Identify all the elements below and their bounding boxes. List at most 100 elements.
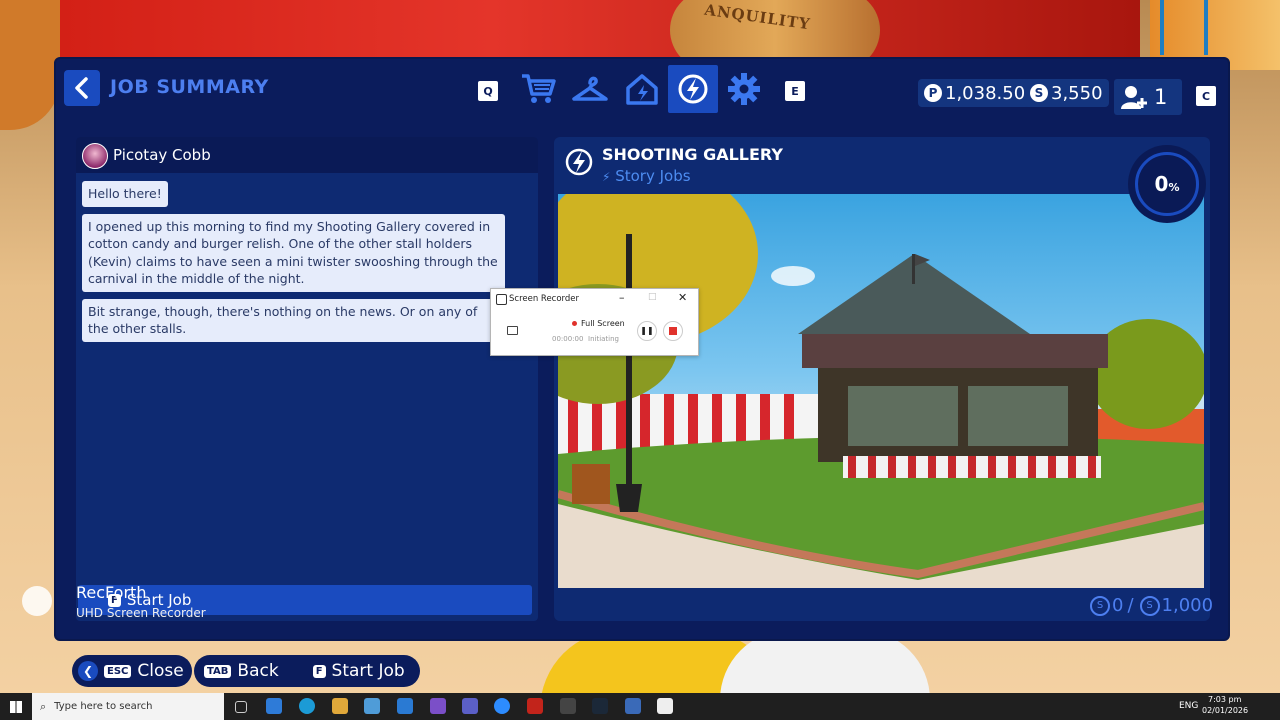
start-job-control-label: Start Job: [331, 661, 405, 681]
back-label: Back: [237, 661, 279, 681]
start-job-control[interactable]: F Start Job: [312, 661, 405, 681]
currency-s-value: 3,550: [1051, 82, 1103, 104]
close-key: ESC: [104, 664, 132, 678]
currency-s-display: S 3,550: [1024, 79, 1109, 107]
players-button[interactable]: 1: [1114, 79, 1182, 115]
progress-indicator: 0 %: [1135, 152, 1199, 216]
message-bubble: Bit strange, though, there's nothing on …: [82, 298, 505, 342]
taskbar-search[interactable]: ⌕ Type here to search: [32, 693, 224, 720]
avatar: [82, 143, 108, 169]
recorder-title: Screen Recorder: [509, 294, 580, 304]
reward-total: 1,000: [1161, 595, 1214, 616]
message-bubble: I opened up this morning to find my Shoo…: [82, 213, 505, 292]
close-control[interactable]: ❮ ESC Close: [72, 655, 192, 687]
player-count: 1: [1154, 85, 1168, 109]
close-label: Close: [137, 661, 184, 681]
windows-taskbar: ⌕ Type here to search ENG 7:03 pm 02/01/…: [0, 693, 1280, 720]
s-coin-icon: S: [1139, 595, 1160, 616]
watermark-logo-icon: [22, 586, 52, 616]
close-window-button[interactable]: ✕: [678, 291, 687, 304]
speaker-name: Picotay Cobb: [113, 146, 211, 164]
cart-icon: [522, 74, 556, 103]
job-preview-card: SHOOTING GALLERY ⚡ Story Jobs 0 % S 0 / …: [554, 137, 1213, 621]
bolt-icon: [565, 148, 593, 176]
players-key[interactable]: C: [1196, 86, 1216, 106]
tab-key: TAB: [204, 664, 232, 678]
reward-separator: /: [1127, 595, 1134, 616]
app-icon[interactable]: [430, 698, 446, 714]
currency-p-value: 1,038.50: [945, 82, 1026, 104]
f-key: F: [312, 664, 326, 678]
recording-status: Initiating: [588, 335, 619, 343]
prev-tab-key[interactable]: Q: [478, 81, 498, 101]
orange-prop: [0, 0, 60, 130]
tab-jobs[interactable]: [668, 65, 718, 113]
search-icon: ⌕: [40, 699, 47, 713]
s-coin-icon: S: [1090, 595, 1110, 616]
clock-date[interactable]: 02/01/2026: [1202, 706, 1248, 715]
steam-icon[interactable]: [592, 698, 608, 714]
folder-icon[interactable]: [507, 326, 518, 335]
stop-button[interactable]: [663, 321, 683, 341]
job-title: SHOOTING GALLERY: [602, 145, 783, 164]
bolt-icon: [678, 74, 708, 104]
notepad-icon[interactable]: [657, 698, 673, 714]
search-placeholder: Type here to search: [54, 701, 153, 712]
back-start-controls: TAB Back F Start Job: [194, 655, 420, 687]
chat-card: Picotay Cobb Hello there! I opened up th…: [76, 137, 538, 621]
progress-ring: 0 %: [1128, 145, 1206, 223]
gear-icon: [728, 73, 760, 105]
zoom-icon[interactable]: [494, 698, 510, 714]
back-button[interactable]: [64, 70, 100, 106]
chevron-left-icon: ❮: [78, 661, 98, 681]
page-title: JOB SUMMARY: [110, 76, 269, 98]
tab-settings[interactable]: [722, 67, 766, 111]
tab-clothing[interactable]: [568, 67, 612, 111]
message-list: Hello there! I opened up this morning to…: [82, 181, 534, 581]
pause-button[interactable]: ❚❚: [637, 321, 657, 341]
small-bolt-icon: ⚡: [602, 170, 611, 184]
watermark-subtitle: UHD Screen Recorder: [76, 606, 206, 620]
game-icon[interactable]: [625, 698, 641, 714]
chat-header: Picotay Cobb: [76, 137, 538, 173]
job-category: ⚡ Story Jobs: [602, 167, 691, 185]
file-explorer-icon[interactable]: [332, 698, 348, 714]
copilot-icon[interactable]: [266, 698, 282, 714]
edge-icon[interactable]: [299, 698, 315, 714]
hanger-icon: [572, 76, 608, 101]
shooting-gallery-preview-image: [558, 194, 1204, 588]
s-coin-icon: S: [1030, 84, 1048, 102]
recorder-app-icon: [496, 294, 507, 305]
task-view-icon[interactable]: [235, 701, 247, 713]
record-dot-icon: [572, 321, 577, 326]
store-icon[interactable]: [364, 698, 380, 714]
language-indicator[interactable]: ENG: [1179, 701, 1198, 711]
recording-time: 00:00:00: [552, 335, 584, 343]
reward-display: S 0 / S 1,000: [1088, 595, 1213, 616]
progress-value: 0: [1154, 172, 1169, 196]
chevron-left-icon: [75, 77, 88, 99]
message-bubble: Hello there!: [82, 181, 168, 207]
blue-ladder: [1160, 0, 1208, 55]
red-canopy: [60, 0, 1140, 60]
next-tab-key[interactable]: E: [785, 81, 805, 101]
add-player-icon: [1121, 86, 1147, 109]
progress-unit: %: [1168, 180, 1180, 194]
watermark-title: RecForth: [76, 583, 147, 602]
teams-icon[interactable]: [462, 698, 478, 714]
currency-p-display: P 1,038.50: [918, 79, 1032, 107]
back-control[interactable]: TAB Back: [204, 661, 279, 681]
tab-home[interactable]: [620, 67, 664, 111]
tab-shop[interactable]: [516, 67, 560, 111]
screen-recorder-window: Screen Recorder – □ ✕ Full Screen 00:00:…: [490, 288, 699, 356]
windows-start-icon[interactable]: [10, 701, 22, 713]
maximize-button[interactable]: □: [648, 292, 657, 302]
acrobat-icon[interactable]: [527, 698, 543, 714]
recorder-taskbar-icon[interactable]: [560, 698, 576, 714]
house-icon: [626, 74, 658, 105]
recording-mode[interactable]: Full Screen: [581, 319, 625, 328]
reward-current: 0: [1112, 595, 1124, 616]
clock-time[interactable]: 7:03 pm: [1208, 695, 1241, 704]
minimize-button[interactable]: –: [619, 291, 625, 304]
mail-icon[interactable]: [397, 698, 413, 714]
